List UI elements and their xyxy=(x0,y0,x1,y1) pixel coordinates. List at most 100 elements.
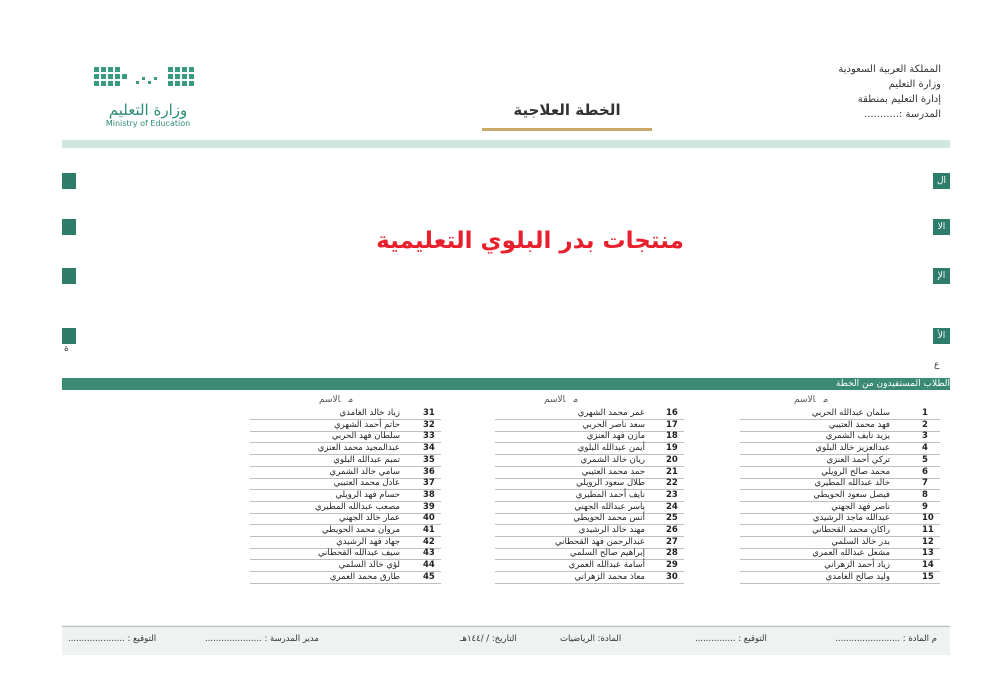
right-tab-2: الا xyxy=(933,219,950,235)
footer-divider xyxy=(62,626,950,627)
student-number: 34 xyxy=(423,443,435,454)
student-name: سامي خالد الشمري xyxy=(329,466,400,477)
student-name: أنس محمد الحويطي xyxy=(573,513,645,524)
student-name: راكان محمد القحطاني xyxy=(812,525,890,535)
students-list-header xyxy=(62,378,950,390)
student-number: 41 xyxy=(423,525,435,535)
student-number: 4 xyxy=(922,443,928,454)
row-divider xyxy=(740,582,940,584)
students-list-title: الطلاب المستفيدون من الخطة xyxy=(835,379,950,389)
student-name: مصعب عبدالله المطيري xyxy=(315,501,400,512)
student-number: 35 xyxy=(423,454,435,465)
student-number: 24 xyxy=(666,501,678,512)
student-number: 27 xyxy=(666,536,678,547)
title-underline xyxy=(482,128,652,131)
student-name: نايف أحمد المطيري xyxy=(575,489,645,500)
left-green-marker-4 xyxy=(62,328,76,344)
table-row: 2 فهد محمد العتيبي 17 سعد ناصر الحربي 32 حاتم… xyxy=(145,420,950,432)
student-name: عمار خالد الجهني xyxy=(339,513,400,524)
student-number: 25 xyxy=(666,513,678,524)
student-name: عادل محمد العتيبي xyxy=(333,478,400,489)
footer-principal: مدير المدرسة : ..................... xyxy=(205,634,319,644)
student-number: 10 xyxy=(922,513,934,524)
organization-header: المملكة العربية السعودية وزارة التعليم إ… xyxy=(801,62,941,122)
watermark-text: منتجات بدر البلوي التعليمية xyxy=(376,228,684,254)
column-head-num: م xyxy=(348,395,354,405)
table-row: 1 سلمان عبدالله الحربي 16 عمر محمد الشهري 31… xyxy=(145,408,950,420)
student-number: 23 xyxy=(666,489,678,500)
table-row: 9 ناصر فهد الجهني 24 ياسر عبدالله الجهني 39 م… xyxy=(145,502,950,514)
student-number: 43 xyxy=(423,548,435,559)
right-small-mark: ع xyxy=(934,360,940,370)
student-name: حاتم أحمد الشهري xyxy=(333,419,400,430)
student-number: 32 xyxy=(423,419,435,430)
student-number: 1 xyxy=(922,408,928,418)
student-name: عبدالرحمن فهد القحطاني xyxy=(555,536,645,547)
table-row: 13 مشعل عبدالله العمري 28 إبراهيم صالح السل… xyxy=(145,548,950,561)
student-name: مهند خالد الرشيدي xyxy=(578,525,645,535)
ministry-logo-dots-icon xyxy=(94,67,194,86)
logo-arabic-text: وزارة التعليم xyxy=(108,101,188,119)
student-number: 2 xyxy=(922,419,928,430)
student-number: 6 xyxy=(922,466,928,477)
student-name: عمر محمد الشهري xyxy=(577,408,645,418)
student-name: ناصر فهد الجهني xyxy=(831,501,890,512)
student-name: محمد صالح الرويلي xyxy=(821,466,890,477)
right-tab-4: الأ xyxy=(933,328,950,344)
student-number: 14 xyxy=(922,560,934,571)
student-number: 12 xyxy=(922,536,934,547)
student-name: فهد محمد العتيبي xyxy=(828,419,890,430)
student-name: فيصل سعود الحويطي xyxy=(813,489,891,500)
footer-subject: المادة: الرياضيات xyxy=(560,634,622,644)
student-number: 8 xyxy=(922,489,928,500)
table-row: 3 يزيد نايف الشمري 18 مازن فهد العنزي 33 سلطا… xyxy=(145,431,950,444)
left-small-mark: ة xyxy=(64,344,69,354)
table-row: 5 تركي أحمد العنزي 20 ريان خالد الشمري 35 تمي… xyxy=(145,455,950,467)
row-divider xyxy=(495,582,684,584)
column-head-name: الاسم xyxy=(794,395,816,405)
footer-teacher: م المادة : ........................ xyxy=(835,634,937,644)
student-name: عبدالعزيز خالد البلوي xyxy=(815,443,890,454)
student-number: 31 xyxy=(423,408,435,418)
table-row: 10 عبدالله ماجد الرشيدي 25 أنس محمد الحويطي… xyxy=(145,513,950,526)
student-number: 19 xyxy=(666,443,678,454)
table-row: 8 فيصل سعود الحويطي 23 نايف أحمد المطيري 38 ح… xyxy=(145,490,950,502)
student-name: إبراهيم صالح السلمي xyxy=(569,548,645,559)
student-number: 45 xyxy=(423,571,435,582)
student-name: لؤي خالد السلمي xyxy=(338,560,400,571)
column-head-3: م الاسم xyxy=(315,394,357,406)
student-number: 11 xyxy=(922,525,934,535)
student-name: أسامة عبدالله العمري xyxy=(568,560,645,571)
left-green-marker-3 xyxy=(62,268,76,284)
student-number: 29 xyxy=(666,560,678,571)
column-head-name: الاسم xyxy=(544,395,566,405)
student-name: مازن فهد العنزي xyxy=(586,431,645,442)
student-name: جهاد فهد الرشيدي xyxy=(336,536,400,547)
student-number: 39 xyxy=(423,501,435,512)
student-name: تميم عبدالله البلوي xyxy=(333,454,400,465)
student-number: 33 xyxy=(423,431,435,442)
student-number: 40 xyxy=(423,513,435,524)
student-number: 38 xyxy=(423,489,435,500)
row-divider xyxy=(250,582,441,584)
right-tab-3: الإ xyxy=(933,268,950,284)
student-name: زياد خالد الغامدي xyxy=(339,408,400,418)
student-name: حسام فهد الرويلي xyxy=(335,489,400,500)
student-number: 26 xyxy=(666,525,678,535)
student-number: 9 xyxy=(922,501,928,512)
student-name: سلمان عبدالله الحربي xyxy=(811,408,890,418)
student-number: 3 xyxy=(922,431,928,442)
student-number: 15 xyxy=(922,571,934,582)
table-row: 7 خالد عبدالله المطيري 22 طلال سعود الرويلي… xyxy=(145,478,950,491)
student-name: يزيد نايف الشمري xyxy=(825,431,890,442)
org-line-country: المملكة العربية السعودية xyxy=(838,64,941,75)
student-number: 5 xyxy=(922,454,928,465)
left-green-marker-2 xyxy=(62,219,76,235)
table-row: 14 زياد أحمد الزهراني 29 أسامة عبدالله العم… xyxy=(145,560,950,573)
student-name: ياسر عبدالله الجهني xyxy=(574,501,645,512)
student-name: عبدالله ماجد الرشيدي xyxy=(812,513,890,524)
student-number: 7 xyxy=(922,478,928,489)
student-number: 44 xyxy=(423,560,435,571)
student-number: 22 xyxy=(666,478,678,489)
student-number: 42 xyxy=(423,536,435,547)
